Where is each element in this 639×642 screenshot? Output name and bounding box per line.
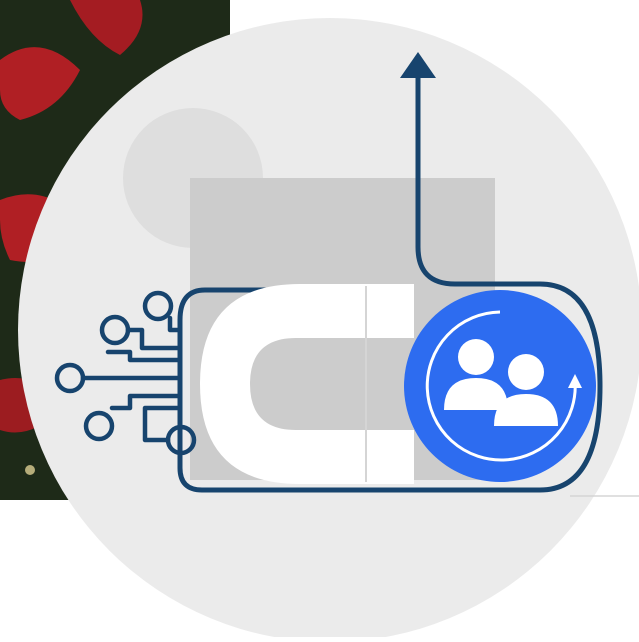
illustration-canvas (0, 0, 639, 642)
users-badge (404, 290, 596, 482)
illustration-stage (0, 0, 639, 642)
